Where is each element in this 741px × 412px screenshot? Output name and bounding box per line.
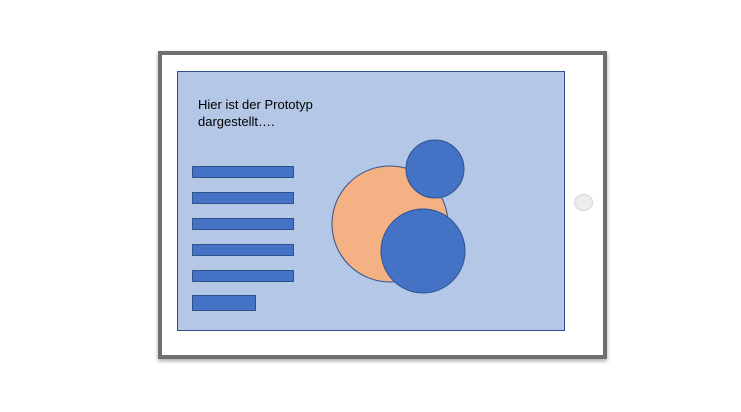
- prototype-screen: Hier ist der Prototyp dargestellt….: [177, 71, 565, 331]
- home-button-icon[interactable]: [574, 194, 593, 211]
- small-blue-circle: [405, 139, 465, 199]
- tablet-frame: Hier ist der Prototyp dargestellt….: [158, 51, 607, 359]
- circle-shapes: [331, 139, 466, 294]
- large-blue-circle: [380, 208, 466, 294]
